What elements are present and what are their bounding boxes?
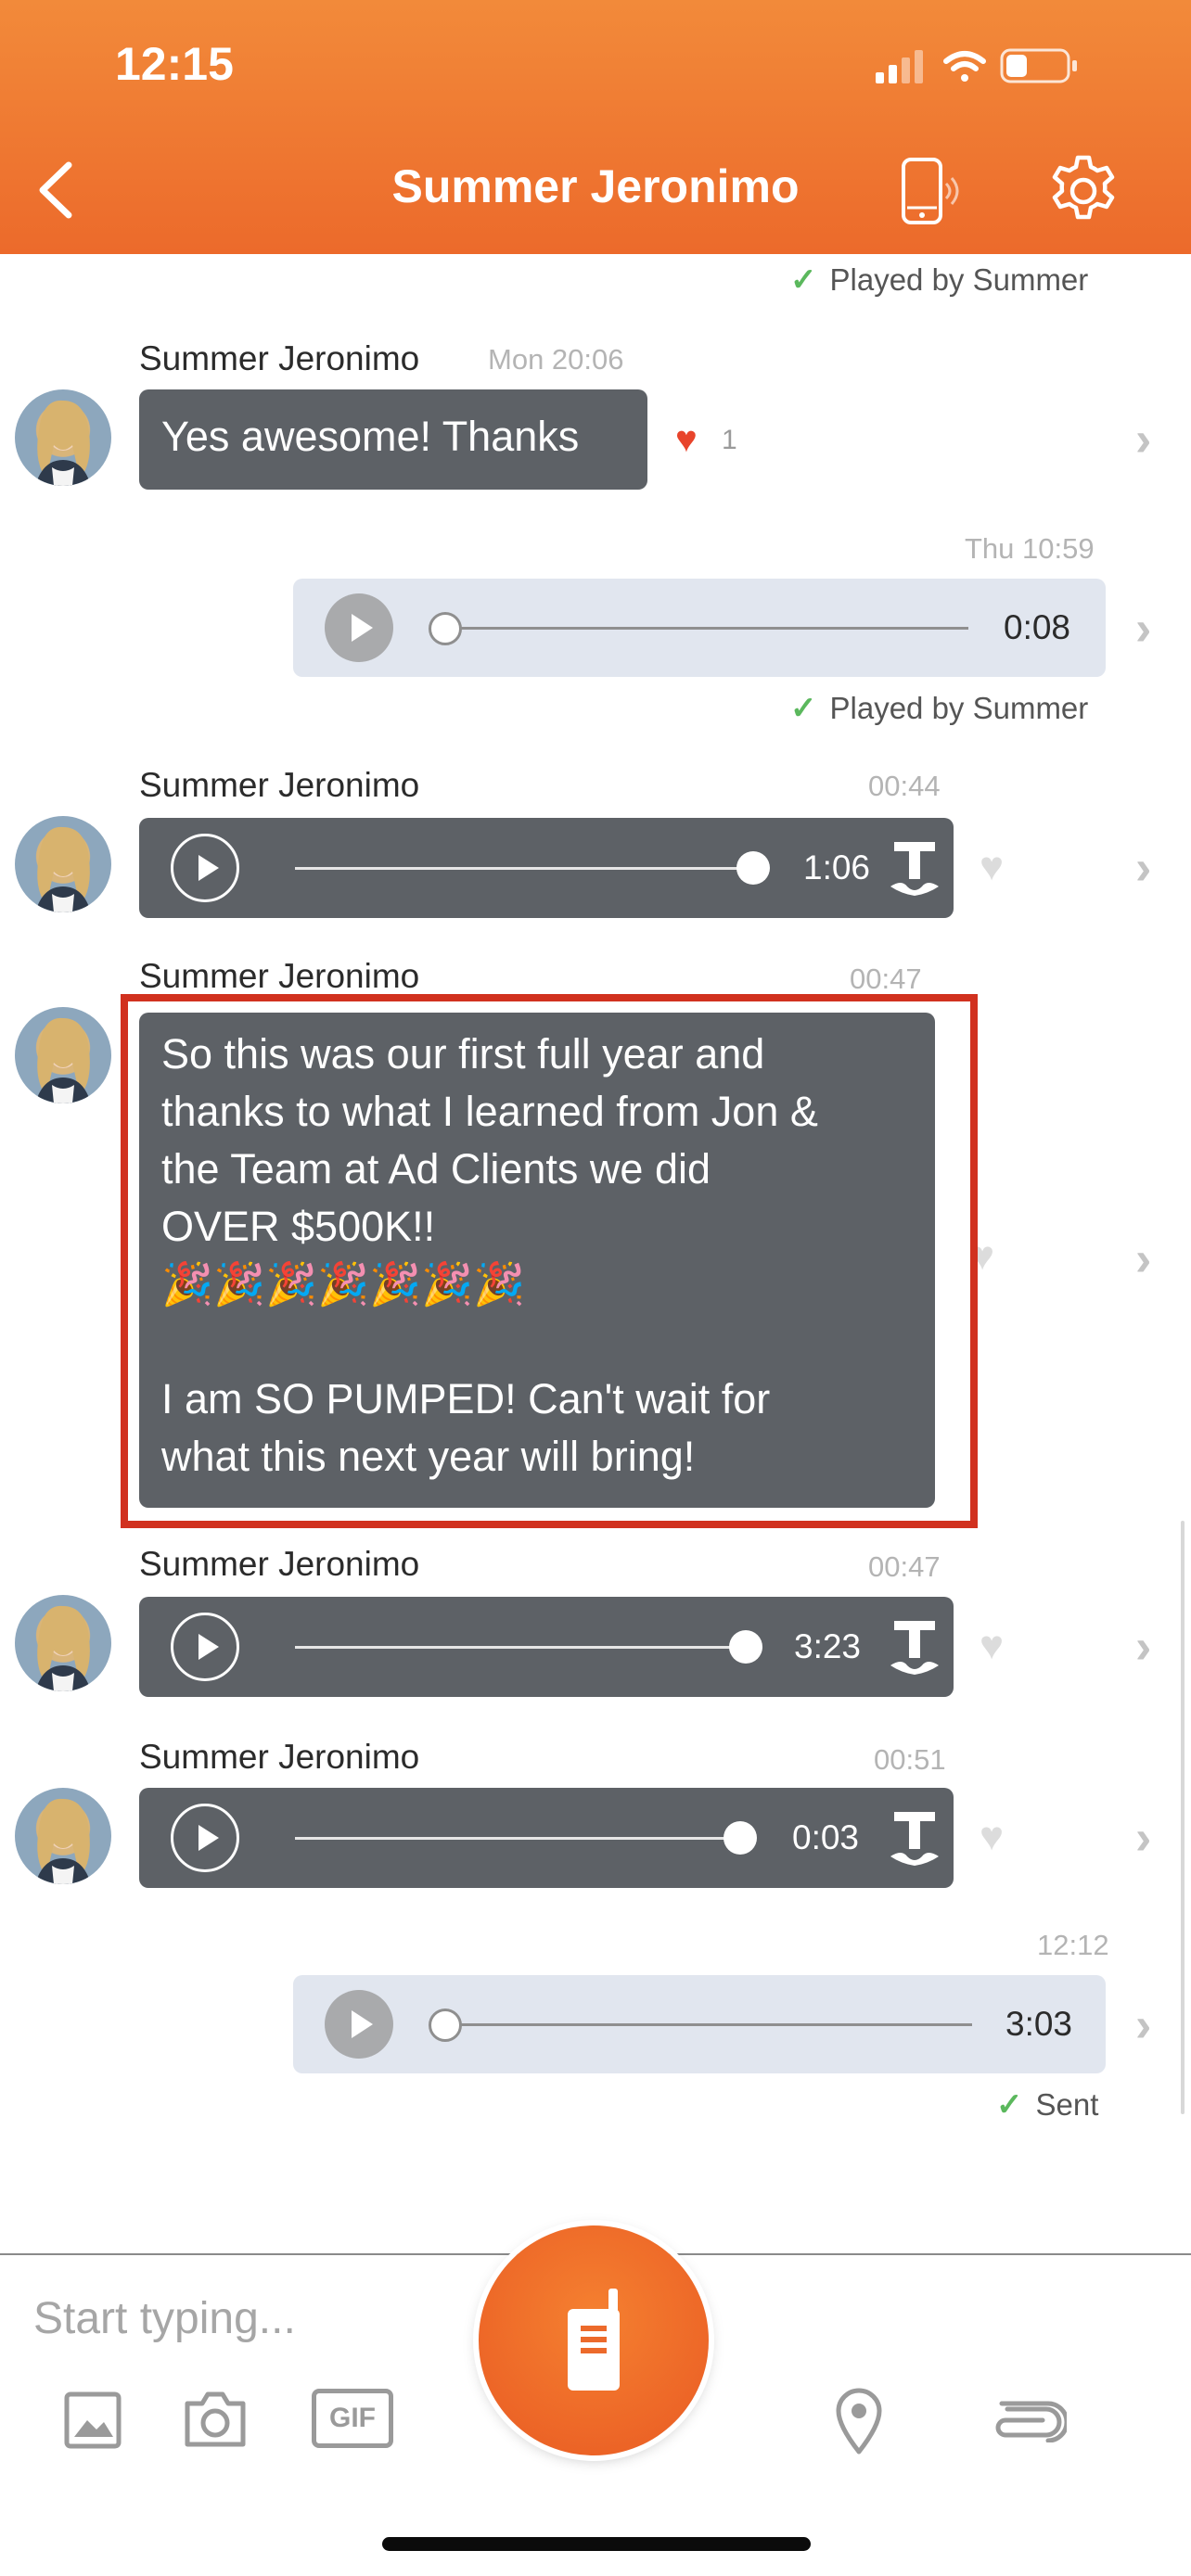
heart-reaction-icon[interactable]: ♥ (980, 1623, 1004, 1669)
message-chevron-icon[interactable]: › (1135, 1810, 1151, 1866)
checkmark-icon: ✓ (790, 262, 817, 298)
audio-message-bubble[interactable]: 3:03 (293, 1975, 1106, 2073)
battery-icon (1000, 48, 1077, 83)
audio-duration: 3:03 (1005, 2005, 1073, 2043)
transcribe-icon[interactable] (887, 1617, 942, 1677)
gif-label: GIF (329, 2403, 376, 2433)
play-button[interactable] (171, 834, 239, 902)
sender-name: Summer Jeronimo (139, 957, 420, 995)
message-time: Thu 10:59 (965, 532, 1095, 565)
message-chevron-icon[interactable]: › (1135, 840, 1151, 896)
audio-message-bubble[interactable]: 1:06 (139, 818, 954, 918)
walkie-talkie-mode-icon[interactable] (896, 156, 967, 226)
status-icons (876, 48, 1077, 83)
audio-scrub-handle[interactable] (724, 1821, 757, 1855)
audio-progress-track[interactable] (295, 1837, 744, 1840)
message-bubble[interactable]: Yes awesome! Thanks (139, 389, 647, 490)
audio-duration: 0:08 (1004, 608, 1071, 646)
message-chevron-icon[interactable]: › (1135, 1231, 1151, 1287)
read-receipt: ✓ Played by Summer (790, 691, 1089, 726)
message-input[interactable]: Start typing... (33, 2287, 469, 2352)
audio-progress-track[interactable] (447, 2023, 972, 2026)
wifi-icon (943, 51, 986, 82)
avatar[interactable] (15, 816, 111, 912)
audio-scrub-handle[interactable] (729, 1630, 762, 1664)
gif-button[interactable]: GIF (312, 2389, 393, 2448)
message-chevron-icon[interactable]: › (1135, 1619, 1151, 1675)
image-icon[interactable] (63, 2391, 122, 2450)
sender-name: Summer Jeronimo (139, 1738, 420, 1776)
home-indicator (382, 2537, 811, 2551)
message-time: Mon 20:06 (488, 343, 624, 376)
message-chevron-icon[interactable]: › (1135, 1997, 1151, 2053)
sent-receipt: ✓ Sent (996, 2087, 1099, 2123)
play-icon (198, 1634, 219, 1660)
audio-duration: 1:06 (803, 848, 871, 886)
audio-progress-track[interactable] (295, 867, 753, 870)
transcribe-icon[interactable] (887, 1808, 942, 1868)
message-list[interactable]: ✓ Played by Summer Summer Jeronimo Mon 20… (0, 254, 1191, 2257)
audio-message-bubble[interactable]: 0:08 (293, 579, 1106, 677)
paperclip-attachment-icon[interactable] (989, 2398, 1067, 2442)
audio-scrub-handle[interactable] (736, 851, 770, 885)
reaction-count: 1 (722, 425, 737, 455)
scrollbar[interactable] (1181, 1521, 1185, 2114)
sender-name: Summer Jeronimo (139, 339, 420, 377)
signal-icon (876, 50, 923, 83)
play-button[interactable] (171, 1613, 239, 1681)
message-time: 00:44 (868, 770, 941, 802)
audio-message-bubble[interactable]: 0:03 (139, 1788, 954, 1888)
message-text: Yes awesome! Thanks (161, 413, 580, 460)
transcribe-icon[interactable] (887, 838, 942, 898)
message-time: 00:47 (850, 963, 922, 995)
play-icon (198, 855, 219, 881)
message-time: 00:47 (868, 1550, 941, 1583)
walkie-talkie-icon (568, 2289, 620, 2391)
chat-title: Summer Jeronimo (391, 160, 800, 212)
avatar[interactable] (15, 1595, 111, 1691)
avatar[interactable] (15, 1788, 111, 1884)
settings-gear-icon[interactable] (1046, 154, 1121, 228)
audio-scrub-handle[interactable] (429, 612, 462, 645)
message-time: 00:51 (874, 1743, 946, 1776)
heart-reaction-icon[interactable]: ♥ (980, 844, 1004, 890)
play-button[interactable] (325, 593, 393, 662)
heart-reaction-icon[interactable]: ♥ (675, 419, 698, 461)
play-button[interactable] (325, 1990, 393, 2059)
audio-duration: 3:23 (794, 1627, 862, 1665)
camera-icon[interactable] (182, 2389, 249, 2450)
walkie-talkie-record-button[interactable] (479, 2225, 709, 2455)
location-pin-icon[interactable] (833, 2385, 885, 2455)
play-button[interactable] (171, 1804, 239, 1872)
audio-scrub-handle[interactable] (429, 2009, 462, 2042)
play-icon (198, 1825, 219, 1851)
message-time: 12:12 (1037, 1929, 1109, 1961)
audio-duration: 0:03 (792, 1818, 860, 1856)
checkmark-icon: ✓ (790, 691, 817, 726)
status-time: 12:15 (115, 38, 234, 90)
app-header: 12:15 Summer Jeronimo (0, 0, 1191, 254)
highlight-annotation-box (121, 994, 978, 1528)
checkmark-icon: ✓ (996, 2087, 1023, 2123)
read-receipt: ✓ Played by Summer (790, 262, 1089, 298)
audio-progress-track[interactable] (295, 1646, 749, 1649)
avatar[interactable] (15, 1007, 111, 1103)
play-icon (352, 2010, 373, 2038)
play-icon (352, 614, 373, 642)
message-chevron-icon[interactable]: › (1135, 412, 1151, 467)
heart-reaction-icon[interactable]: ♥ (980, 1814, 1004, 1860)
sender-name: Summer Jeronimo (139, 766, 420, 804)
audio-progress-track[interactable] (447, 627, 968, 630)
avatar[interactable] (15, 389, 111, 486)
audio-message-bubble[interactable]: 3:23 (139, 1597, 954, 1697)
message-chevron-icon[interactable]: › (1135, 601, 1151, 657)
sender-name: Summer Jeronimo (139, 1545, 420, 1583)
